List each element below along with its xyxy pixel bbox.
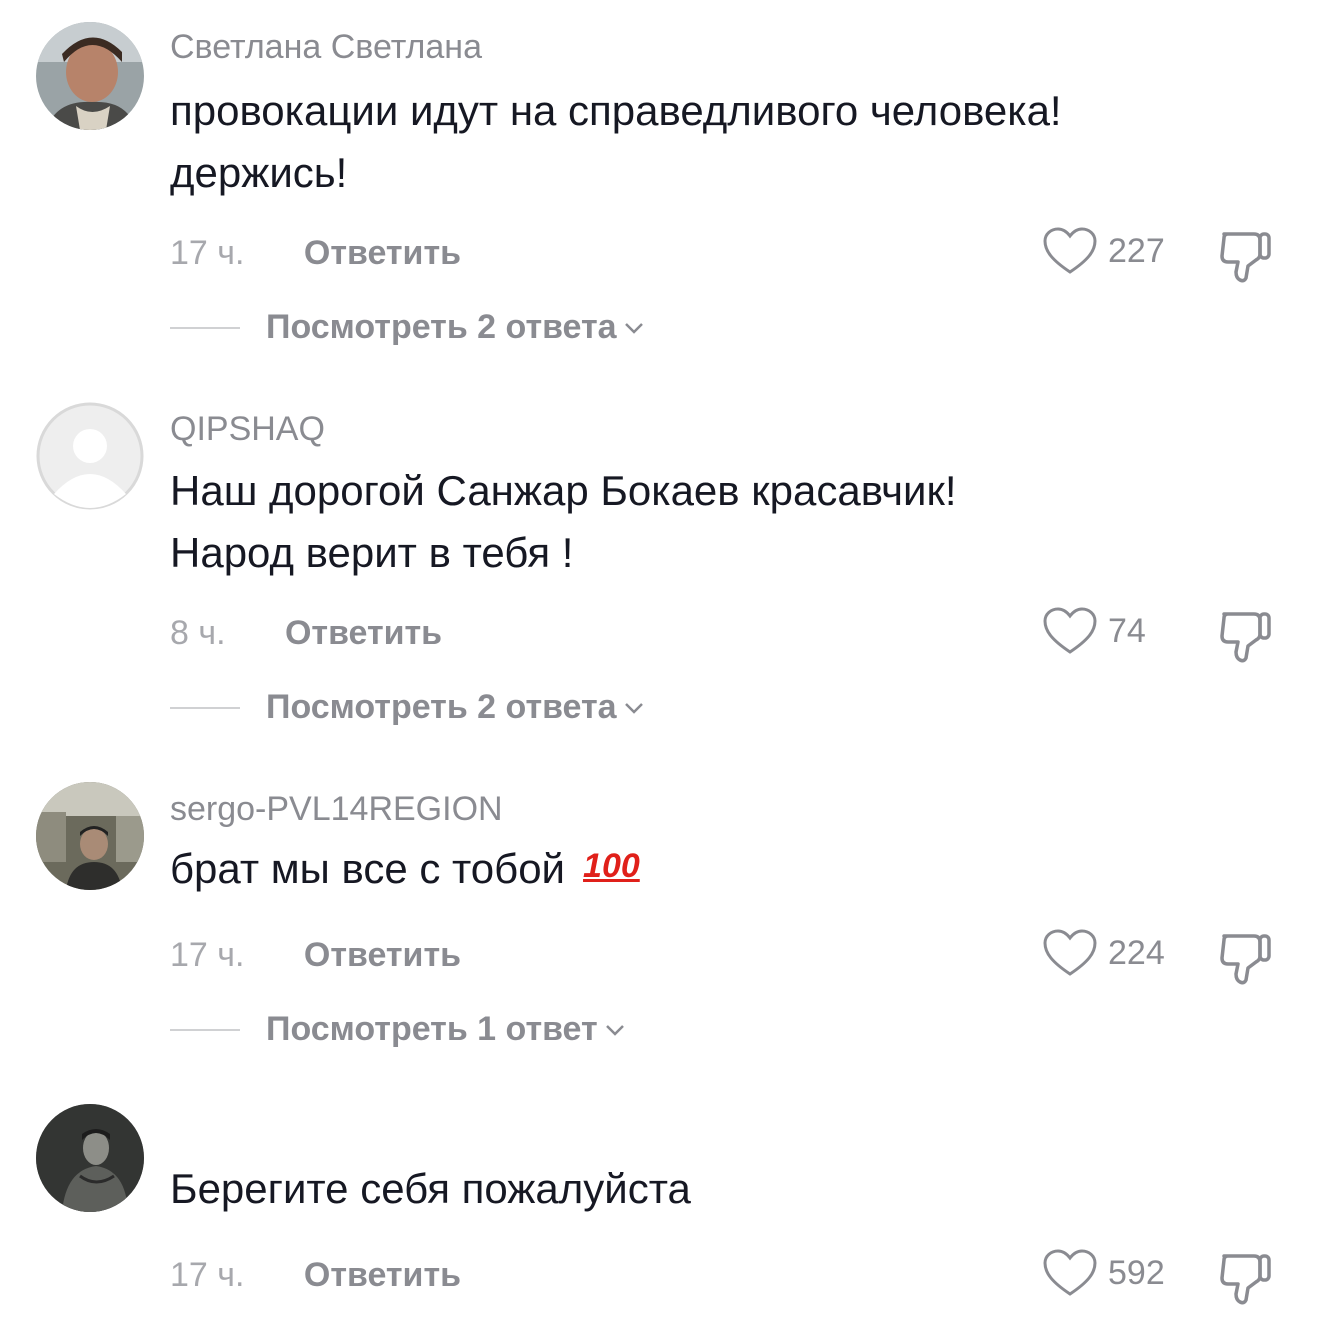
avatar-photo xyxy=(36,1104,144,1212)
chevron-down-icon xyxy=(624,702,643,714)
comment-text-line: Берегите себя пожалуйста xyxy=(170,1165,691,1212)
thumbs-down-outline-icon xyxy=(1220,934,1271,985)
avatar[interactable] xyxy=(36,782,144,890)
comment-time: 8 ч. xyxy=(170,614,226,652)
heart-outline-icon xyxy=(1043,929,1097,976)
heart-outline-icon xyxy=(1043,1249,1097,1296)
comment-text: Наш дорогой Санжар Бокаев красавчик! Нар… xyxy=(170,460,1230,584)
comment-username[interactable]: Светлана Светлана xyxy=(170,28,482,67)
like-button[interactable]: 74 xyxy=(1042,606,1146,656)
like-button[interactable]: 224 xyxy=(1042,928,1165,978)
comment-text: брат мы все с тобой 100 xyxy=(170,838,1230,903)
comment-time: 17 ч. xyxy=(170,1256,245,1294)
view-replies-button[interactable]: Посмотреть 1 ответ xyxy=(170,1010,626,1049)
heart-outline-icon xyxy=(1043,607,1097,654)
reply-button[interactable]: Ответить xyxy=(304,234,461,272)
avatar[interactable] xyxy=(36,1104,144,1212)
comment-username[interactable]: sergo-PVL14REGION xyxy=(170,790,503,829)
comment-meta: 8 ч. Ответить xyxy=(170,614,442,653)
comment-username[interactable]: QIPSHAQ xyxy=(170,410,325,449)
comment-time: 17 ч. xyxy=(170,234,245,272)
view-replies-label: Посмотреть 2 ответа xyxy=(266,688,617,726)
thumbs-down-outline-icon xyxy=(1220,612,1271,663)
divider xyxy=(170,1028,240,1031)
like-button[interactable]: 592 xyxy=(1042,1248,1165,1298)
chevron-down-icon xyxy=(624,322,643,334)
comment-text-line: Наш дорогой Санжар Бокаев красавчик! xyxy=(170,467,957,514)
hundred-points-icon: 100 xyxy=(583,847,640,885)
like-count: 227 xyxy=(1108,231,1165,270)
comment-meta: 17 ч. Ответить xyxy=(170,1256,461,1295)
comment-meta: 17 ч. Ответить xyxy=(170,234,461,273)
thumbs-down-outline-icon xyxy=(1220,1254,1271,1305)
comment-text: Берегите себя пожалуйста xyxy=(170,1158,1230,1220)
comment-text: провокации идут на справедливого человек… xyxy=(170,80,1230,204)
divider xyxy=(170,326,240,329)
like-count: 224 xyxy=(1108,933,1165,972)
reply-button[interactable]: Ответить xyxy=(304,1256,461,1294)
dislike-button[interactable] xyxy=(1218,926,1274,991)
default-avatar-icon xyxy=(36,402,144,510)
thumbs-down-outline-icon xyxy=(1220,232,1271,283)
like-button[interactable]: 227 xyxy=(1042,226,1165,276)
reply-button[interactable]: Ответить xyxy=(285,614,442,652)
comment-time: 17 ч. xyxy=(170,936,245,974)
view-replies-label: Посмотреть 2 ответа xyxy=(266,308,617,346)
avatar[interactable] xyxy=(36,22,144,130)
dislike-button[interactable] xyxy=(1218,224,1274,289)
view-replies-label: Посмотреть 1 ответ xyxy=(266,1010,598,1048)
avatar-photo xyxy=(36,22,144,130)
view-replies-button[interactable]: Посмотреть 2 ответа xyxy=(170,308,645,347)
divider xyxy=(170,706,240,709)
like-count: 74 xyxy=(1108,611,1146,650)
avatar-photo xyxy=(36,782,144,890)
dislike-button[interactable] xyxy=(1218,604,1274,669)
heart-outline-icon xyxy=(1043,227,1097,274)
avatar[interactable] xyxy=(36,402,144,510)
comment-text-line: держись! xyxy=(170,149,348,196)
like-count: 592 xyxy=(1108,1253,1165,1292)
comment-meta: 17 ч. Ответить xyxy=(170,936,461,975)
reply-button[interactable]: Ответить xyxy=(304,936,461,974)
comment-text-content: брат мы все с тобой xyxy=(170,845,566,892)
comment-text-line: брат мы все с тобой 100 xyxy=(170,838,1230,903)
comment-text-line: провокации идут на справедливого человек… xyxy=(170,87,1062,134)
view-replies-button[interactable]: Посмотреть 2 ответа xyxy=(170,688,645,727)
chevron-down-icon xyxy=(605,1024,624,1036)
dislike-button[interactable] xyxy=(1218,1246,1274,1311)
comment-text-line: Народ верит в тебя ! xyxy=(170,529,574,576)
